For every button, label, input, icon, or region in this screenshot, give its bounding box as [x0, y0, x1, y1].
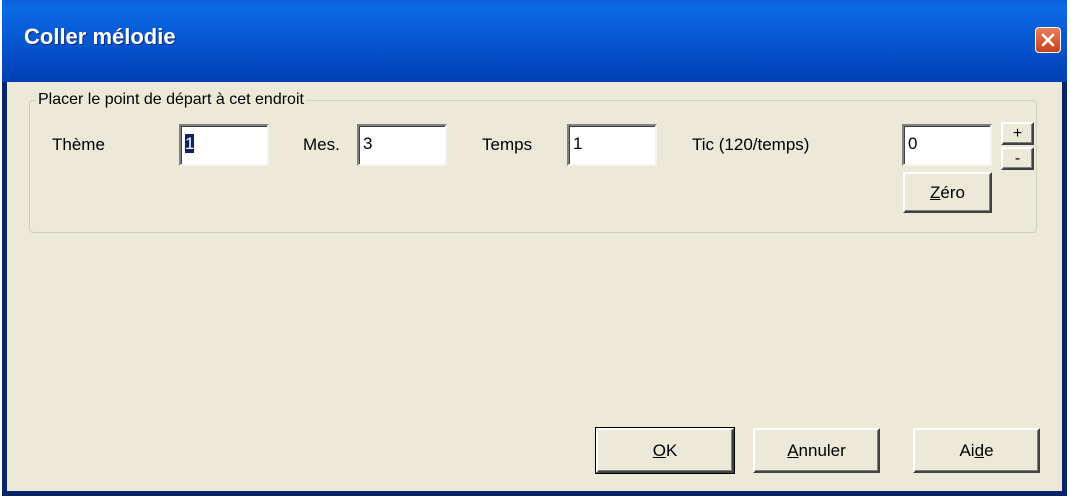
help-button[interactable]: Aide	[913, 428, 1040, 473]
mes-input[interactable]: 3	[357, 124, 447, 166]
theme-value: 1	[185, 134, 195, 153]
tic-label: Tic (120/temps)	[692, 135, 810, 154]
mes-value: 3	[363, 134, 373, 153]
ok-accel: O	[652, 440, 666, 460]
dialog-window: Coller mélodie Placer le point de départ…	[2, 0, 1067, 496]
tic-value: 0	[908, 134, 918, 153]
ok-button-label: OK	[653, 441, 678, 461]
close-icon	[1041, 33, 1055, 47]
start-point-group: Placer le point de départ à cet endroit …	[29, 91, 1037, 233]
increment-button[interactable]: +	[1001, 122, 1034, 145]
zero-button-label: Zéro	[930, 183, 965, 203]
window-title: Coller mélodie	[24, 24, 176, 49]
aide-accel: d	[974, 440, 985, 460]
help-button-label: Aide	[959, 441, 993, 461]
temps-input[interactable]: 1	[567, 124, 657, 166]
annuler-accel: A	[787, 440, 799, 460]
temps-label: Temps	[482, 135, 533, 154]
temps-value: 1	[573, 134, 583, 153]
dialog-body: Placer le point de départ à cet endroit …	[7, 82, 1062, 491]
plus-icon: +	[1012, 124, 1023, 142]
cancel-button[interactable]: Annuler	[753, 428, 880, 473]
group-legend: Placer le point de départ à cet endroit	[36, 91, 306, 109]
aide-post: e	[984, 440, 994, 460]
minus-icon: -	[1014, 149, 1021, 167]
zero-accel: Z	[930, 182, 941, 202]
aide-pre: Ai	[959, 440, 975, 460]
mes-label: Mes.	[303, 135, 340, 154]
theme-input[interactable]: 1	[179, 124, 269, 166]
annuler-rest: nnuler	[798, 440, 846, 460]
theme-label: Thème	[52, 135, 105, 154]
zero-button[interactable]: Zéro	[903, 172, 992, 213]
title-bar[interactable]: Coller mélodie	[2, 0, 1067, 82]
decrement-button[interactable]: -	[1001, 147, 1034, 170]
cancel-button-label: Annuler	[787, 441, 846, 461]
close-button[interactable]	[1035, 27, 1061, 53]
ok-rest: K	[665, 440, 678, 460]
tic-input[interactable]: 0	[902, 124, 992, 166]
ok-button[interactable]: OK	[595, 427, 735, 474]
zero-rest: éro	[940, 182, 965, 202]
